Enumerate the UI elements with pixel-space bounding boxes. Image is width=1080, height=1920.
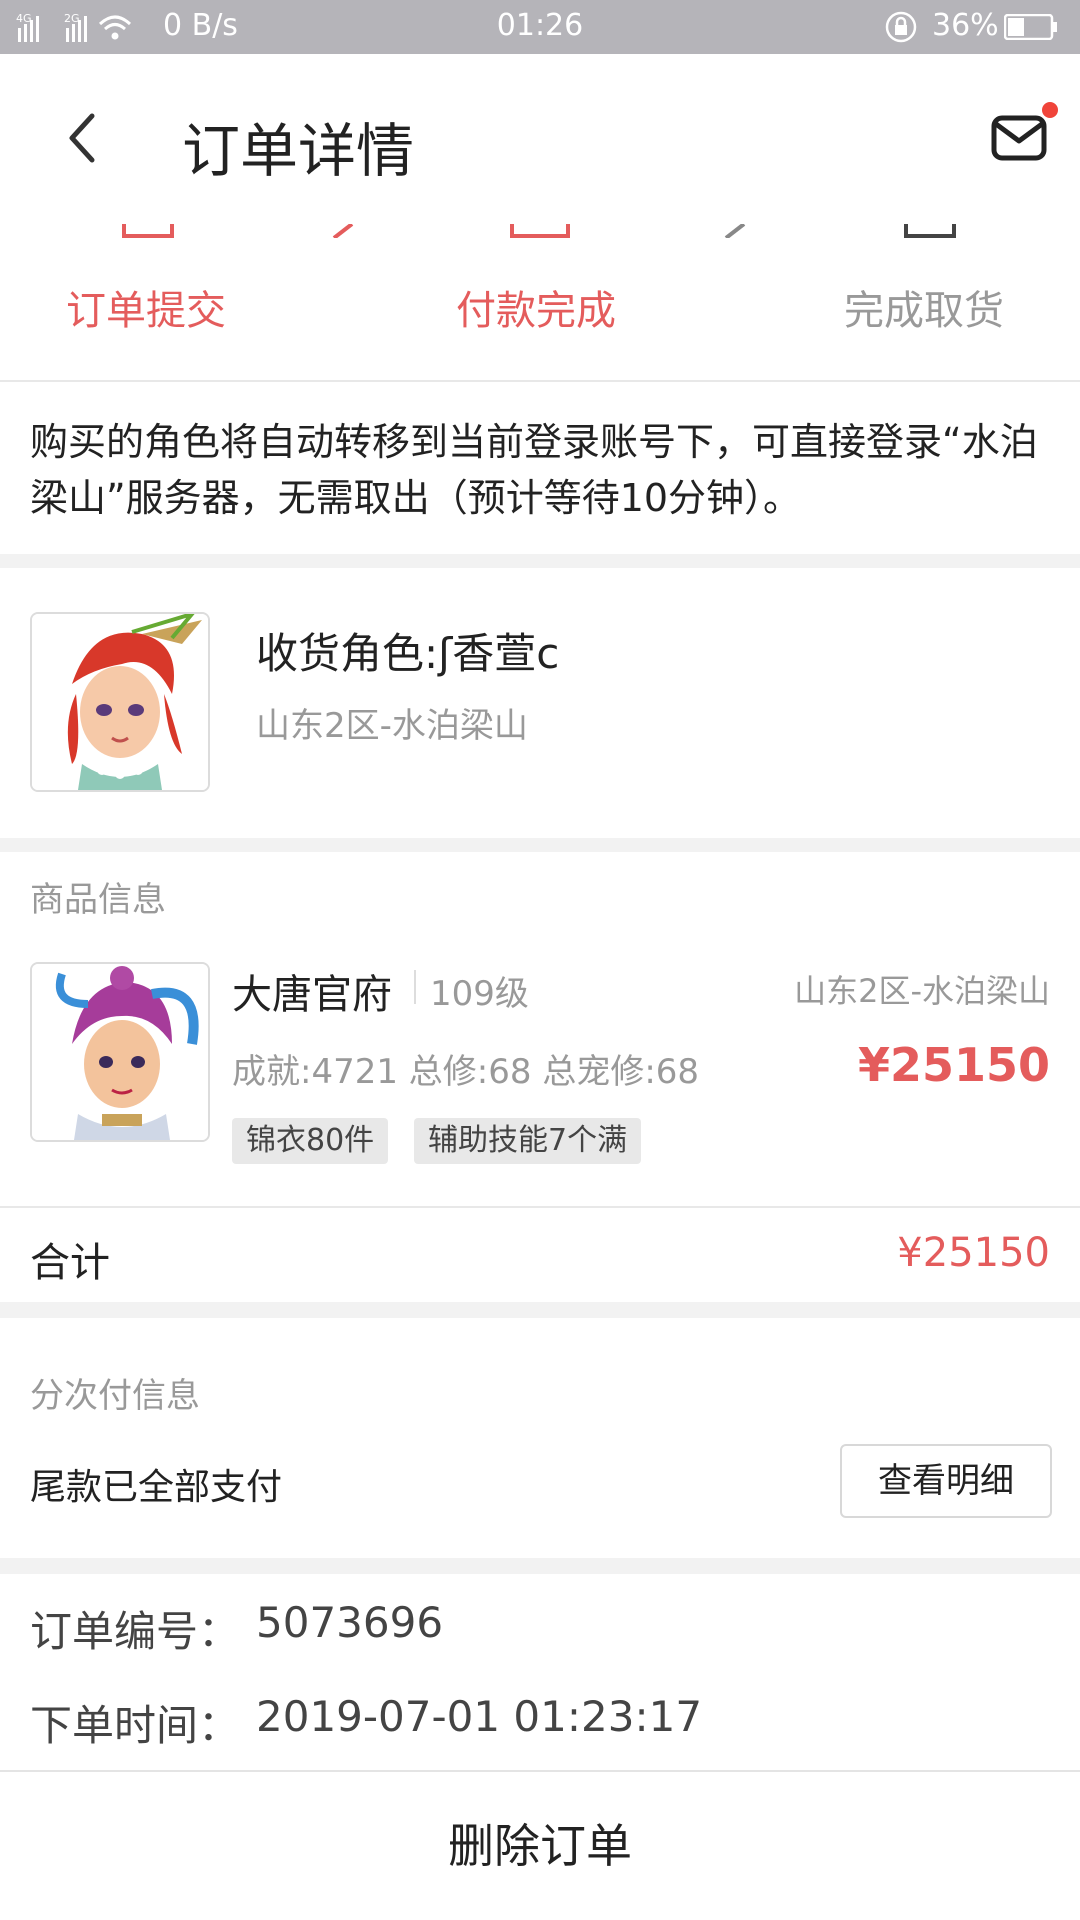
total-label: 合计 <box>30 1240 110 1286</box>
divider <box>0 1302 1080 1318</box>
installment-section-label: 分次付信息 <box>30 1376 200 1416</box>
installment-status: 尾款已全部支付 <box>30 1467 283 1508</box>
notification-dot <box>1042 102 1058 118</box>
status-bar: 4G 2G 0 B/s 01:26 36% <box>0 0 1080 54</box>
step-arrow-icon <box>724 224 746 238</box>
order-time-label: 下单时间： <box>30 1701 241 1750</box>
goods-info: 商品信息 大唐官府 109级 山东2区-水泊梁山 成就:4721 总修:68 总… <box>0 852 1080 1208</box>
step-label-paid: 付款完成 <box>456 288 616 334</box>
goods-section-label: 商品信息 <box>30 880 166 920</box>
step-icon-paid <box>510 224 570 238</box>
order-progress: 订单提交 付款完成 完成取货 <box>0 224 1080 382</box>
character-level: 109级 <box>430 974 529 1014</box>
clock: 01:26 <box>496 8 584 43</box>
battery-percent: 36% <box>932 8 999 43</box>
installment-info: 分次付信息 尾款已全部支付 查看明细 <box>0 1318 1080 1558</box>
receiver-name: 收货角色:ʃ香萱c <box>256 629 560 678</box>
goods-avatar <box>30 962 210 1142</box>
divider <box>0 1558 1080 1574</box>
page-title: 订单详情 <box>182 117 415 185</box>
transfer-notice: 购买的角色将自动转移到当前登录账号下，可直接登录“水泊梁山”服务器，无需取出（预… <box>0 382 1080 554</box>
order-time: 2019-07-01 01:23:17 <box>256 1692 703 1741</box>
goods-price: ¥25150 <box>857 1038 1050 1092</box>
receiver-avatar <box>30 612 210 792</box>
view-details-button[interactable]: 查看明细 <box>840 1444 1052 1518</box>
step-label-pickup: 完成取货 <box>844 288 1004 334</box>
chevron-left-icon[interactable] <box>58 108 108 168</box>
character-stats: 成就:4721 总修:68 总宠修:68 <box>232 1052 700 1092</box>
divider <box>0 838 1080 852</box>
divider <box>0 554 1080 568</box>
step-arrow-icon <box>332 224 354 238</box>
step-label-submitted: 订单提交 <box>66 288 226 334</box>
step-icon-pickup <box>904 224 956 238</box>
rotation-lock-icon <box>885 11 917 43</box>
total-price: ¥25150 <box>897 1230 1050 1276</box>
receiver-server: 山东2区-水泊梁山 <box>256 706 528 746</box>
battery-icon <box>1004 14 1057 40</box>
character-class: 大唐官府 <box>232 972 392 1018</box>
app-header: 订单详情 <box>0 54 1080 226</box>
receiver-card: 收货角色:ʃ香萱c 山东2区-水泊梁山 <box>0 568 1080 838</box>
order-number: 5073696 <box>256 1598 444 1647</box>
mail-icon[interactable] <box>990 108 1048 166</box>
goods-server: 山东2区-水泊梁山 <box>794 972 1050 1010</box>
separator <box>414 970 416 1004</box>
order-number-label: 订单编号： <box>30 1607 241 1656</box>
step-icon-submitted <box>122 224 174 238</box>
total-row: 合计 ¥25150 <box>0 1208 1080 1302</box>
notice-text: 购买的角色将自动转移到当前登录账号下，可直接登录“水泊梁山”服务器，无需取出（预… <box>30 420 1038 520</box>
delete-order-button[interactable]: 删除订单 <box>0 1772 1080 1920</box>
goods-tag: 辅助技能7个满 <box>414 1118 642 1164</box>
goods-tag: 锦衣80件 <box>232 1118 389 1164</box>
order-info: 订单编号： 5073696 下单时间： 2019-07-01 01:23:17 <box>0 1574 1080 1772</box>
